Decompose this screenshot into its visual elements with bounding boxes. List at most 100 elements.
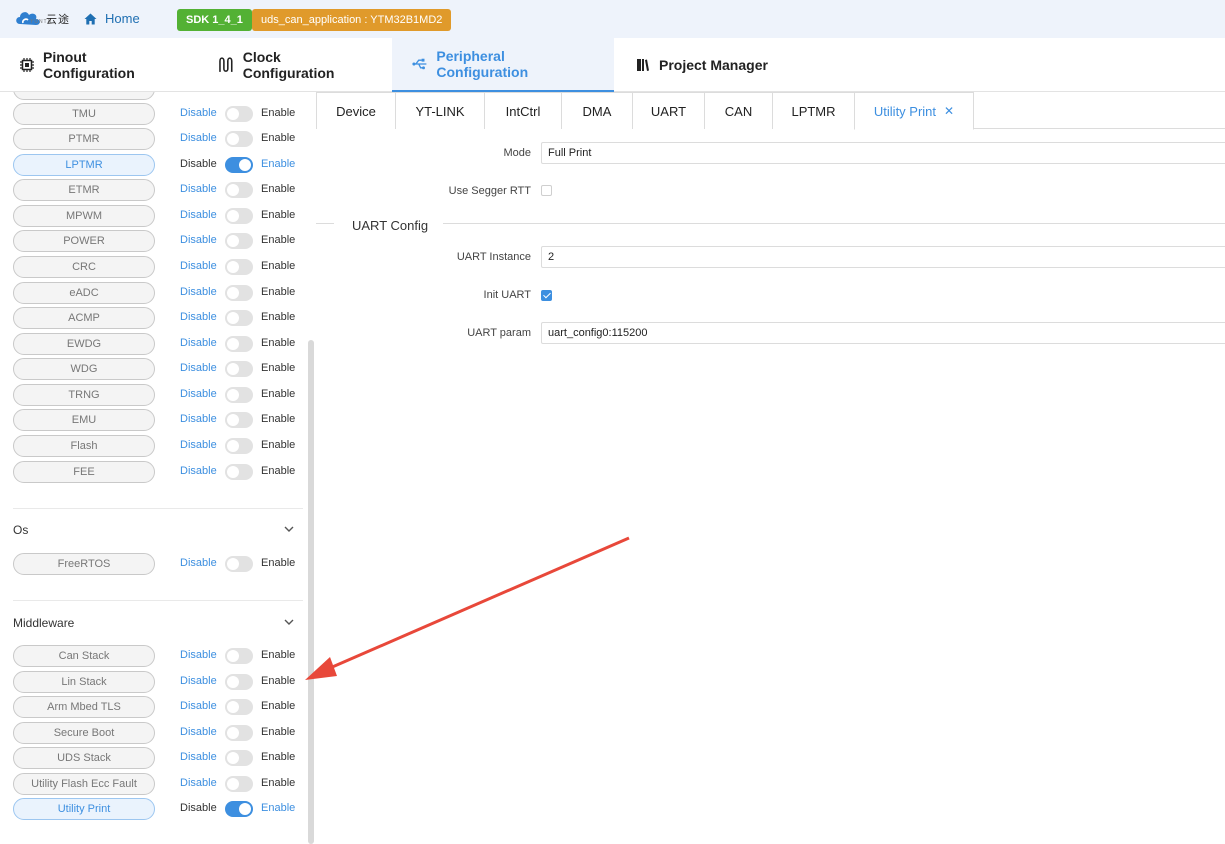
- enable-toggle[interactable]: [225, 157, 253, 173]
- peripheral-button[interactable]: WDG: [13, 358, 155, 380]
- enable-label[interactable]: Enable: [261, 107, 295, 119]
- disable-label[interactable]: Disable: [180, 158, 217, 170]
- mode-select[interactable]: Full Print: [541, 142, 1225, 164]
- peripheral-button[interactable]: Can Stack: [13, 645, 155, 667]
- close-icon[interactable]: ✕: [944, 104, 954, 118]
- peripheral-button[interactable]: POWER: [13, 230, 155, 252]
- enable-toggle[interactable]: [225, 182, 253, 198]
- disable-label[interactable]: Disable: [180, 337, 217, 349]
- enable-label[interactable]: Enable: [261, 802, 295, 814]
- enable-label[interactable]: Enable: [261, 726, 295, 738]
- enable-toggle[interactable]: [225, 310, 253, 326]
- enable-toggle[interactable]: [225, 674, 253, 690]
- enable-label[interactable]: Enable: [261, 260, 295, 272]
- enable-label[interactable]: Enable: [261, 311, 295, 323]
- disable-label[interactable]: Disable: [180, 132, 217, 144]
- segger-rtt-checkbox[interactable]: [541, 185, 552, 196]
- peripheral-button[interactable]: TMU: [13, 103, 155, 125]
- subtab-uart[interactable]: UART: [632, 92, 705, 129]
- tab-clock-configuration[interactable]: Clock Configuration: [198, 38, 394, 92]
- tab-peripheral-configuration[interactable]: Peripheral Configuration: [392, 38, 614, 92]
- enable-toggle[interactable]: [225, 464, 253, 480]
- peripheral-button[interactable]: MPWM: [13, 205, 155, 227]
- clipped-peripheral-pill[interactable]: [13, 92, 155, 100]
- enable-toggle[interactable]: [225, 801, 253, 817]
- uart-param-select[interactable]: uart_config0:115200: [541, 322, 1225, 344]
- enable-toggle[interactable]: [225, 699, 253, 715]
- enable-label[interactable]: Enable: [261, 132, 295, 144]
- subtab-utility-print[interactable]: Utility Print ✕: [854, 92, 974, 130]
- enable-toggle[interactable]: [225, 438, 253, 454]
- disable-label[interactable]: Disable: [180, 726, 217, 738]
- peripheral-button[interactable]: ACMP: [13, 307, 155, 329]
- disable-label[interactable]: Disable: [180, 439, 217, 451]
- enable-toggle[interactable]: [225, 387, 253, 403]
- enable-label[interactable]: Enable: [261, 286, 295, 298]
- enable-toggle[interactable]: [225, 361, 253, 377]
- enable-label[interactable]: Enable: [261, 675, 295, 687]
- peripheral-button[interactable]: UDS Stack: [13, 747, 155, 769]
- enable-label[interactable]: Enable: [261, 337, 295, 349]
- subtab-dma[interactable]: DMA: [561, 92, 633, 129]
- peripheral-button[interactable]: Flash: [13, 435, 155, 457]
- peripheral-button[interactable]: Secure Boot: [13, 722, 155, 744]
- uart-instance-select[interactable]: 2: [541, 246, 1225, 268]
- enable-toggle[interactable]: [225, 725, 253, 741]
- peripheral-button[interactable]: Utility Print: [13, 798, 155, 820]
- disable-label[interactable]: Disable: [180, 675, 217, 687]
- enable-toggle[interactable]: [225, 131, 253, 147]
- tab-project-manager[interactable]: Project Manager: [616, 38, 792, 92]
- enable-toggle[interactable]: [225, 556, 253, 572]
- enable-label[interactable]: Enable: [261, 649, 295, 661]
- peripheral-button[interactable]: PTMR: [13, 128, 155, 150]
- enable-label[interactable]: Enable: [261, 439, 295, 451]
- disable-label[interactable]: Disable: [180, 286, 217, 298]
- enable-label[interactable]: Enable: [261, 465, 295, 477]
- enable-toggle[interactable]: [225, 336, 253, 352]
- peripheral-button[interactable]: Utility Flash Ecc Fault: [13, 773, 155, 795]
- peripheral-button[interactable]: Lin Stack: [13, 671, 155, 693]
- enable-label[interactable]: Enable: [261, 183, 295, 195]
- peripheral-button[interactable]: LPTMR: [13, 154, 155, 176]
- enable-toggle[interactable]: [225, 106, 253, 122]
- enable-toggle[interactable]: [225, 285, 253, 301]
- subtab-intctrl[interactable]: IntCtrl: [484, 92, 562, 129]
- disable-label[interactable]: Disable: [180, 209, 217, 221]
- disable-label[interactable]: Disable: [180, 234, 217, 246]
- enable-toggle[interactable]: [225, 648, 253, 664]
- enable-label[interactable]: Enable: [261, 751, 295, 763]
- disable-label[interactable]: Disable: [180, 649, 217, 661]
- peripheral-button[interactable]: EWDG: [13, 333, 155, 355]
- enable-toggle[interactable]: [225, 208, 253, 224]
- enable-toggle[interactable]: [225, 776, 253, 792]
- init-uart-checkbox[interactable]: [541, 290, 552, 301]
- disable-label[interactable]: Disable: [180, 751, 217, 763]
- peripheral-button[interactable]: ETMR: [13, 179, 155, 201]
- disable-label[interactable]: Disable: [180, 413, 217, 425]
- enable-toggle[interactable]: [225, 750, 253, 766]
- peripheral-button[interactable]: FreeRTOS: [13, 553, 155, 575]
- enable-label[interactable]: Enable: [261, 209, 295, 221]
- disable-label[interactable]: Disable: [180, 107, 217, 119]
- disable-label[interactable]: Disable: [180, 465, 217, 477]
- disable-label[interactable]: Disable: [180, 260, 217, 272]
- subtab-can[interactable]: CAN: [704, 92, 773, 129]
- peripheral-button[interactable]: FEE: [13, 461, 155, 483]
- enable-toggle[interactable]: [225, 412, 253, 428]
- disable-label[interactable]: Disable: [180, 362, 217, 374]
- disable-label[interactable]: Disable: [180, 777, 217, 789]
- enable-label[interactable]: Enable: [261, 777, 295, 789]
- disable-label[interactable]: Disable: [180, 802, 217, 814]
- subtab-yt-link[interactable]: YT-LINK: [395, 92, 485, 129]
- enable-toggle[interactable]: [225, 233, 253, 249]
- peripheral-button[interactable]: CRC: [13, 256, 155, 278]
- peripheral-button[interactable]: eADC: [13, 282, 155, 304]
- enable-label[interactable]: Enable: [261, 234, 295, 246]
- subtab-lptmr[interactable]: LPTMR: [772, 92, 855, 129]
- enable-label[interactable]: Enable: [261, 700, 295, 712]
- disable-label[interactable]: Disable: [180, 388, 217, 400]
- peripheral-button[interactable]: Arm Mbed TLS: [13, 696, 155, 718]
- tab-pinout-configuration[interactable]: Pinout Configuration: [0, 38, 202, 92]
- enable-label[interactable]: Enable: [261, 362, 295, 374]
- peripheral-button[interactable]: EMU: [13, 409, 155, 431]
